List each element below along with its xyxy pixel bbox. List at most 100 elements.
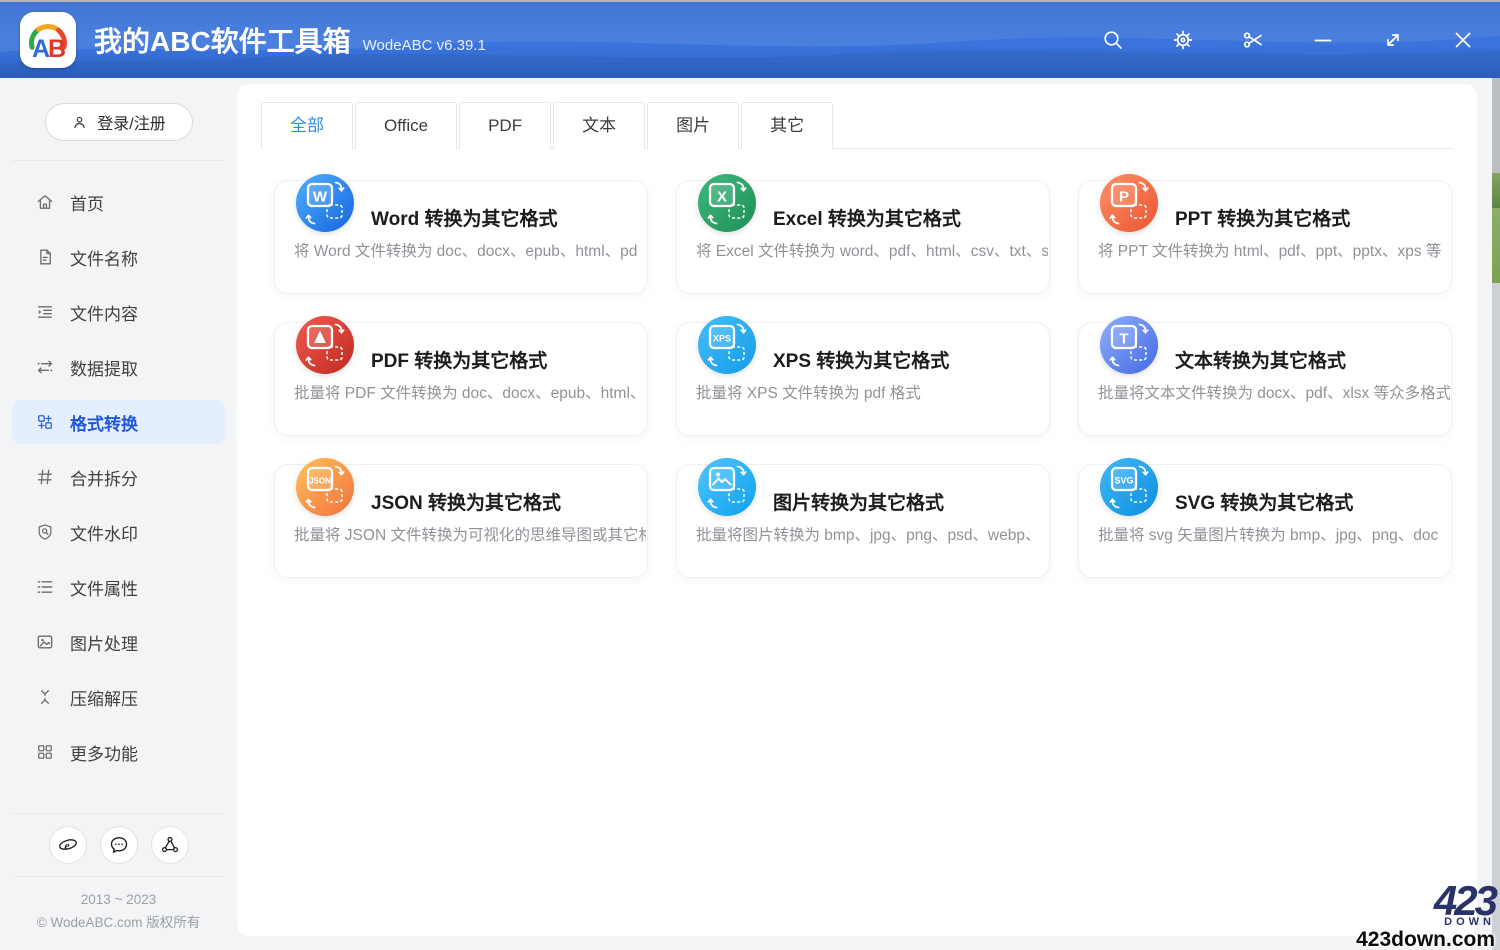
app-version: WodeABC v6.39.1 [362,36,486,54]
word-convert-card[interactable]: W Word 转换为其它格式将 Word 文件转换为 doc、docx、epub… [274,174,648,294]
svg-text:X: X [717,189,727,206]
sidebar-item-merge-split[interactable]: 合并拆分 [12,455,225,499]
excel-convert-card[interactable]: X Excel 转换为其它格式将 Excel 文件转换为 word、pdf、ht… [676,174,1050,294]
settings-gear-icon[interactable] [1171,28,1195,52]
sidebar-bottom: e 2013 ~ 2023 © WodeABC.com 版权所有 [0,812,237,950]
sidebar-item-more[interactable]: 更多功能 [12,730,225,774]
tab-other[interactable]: 其它 [741,102,834,149]
tool-cards-grid: W Word 转换为其它格式将 Word 文件转换为 doc、docx、epub… [237,149,1477,578]
svg-text:XPS: XPS [713,334,731,344]
card-title: Excel 转换为其它格式 [773,209,961,230]
browser-button[interactable]: e [48,825,87,864]
data-extract-icon [35,357,55,377]
sidebar-item-label: 更多功能 [70,744,138,764]
search-icon[interactable] [1101,28,1125,52]
sidebar-item-label: 压缩解压 [70,689,138,709]
format-convert-icon [35,412,55,432]
minimize-icon[interactable] [1311,28,1335,52]
titlebar: A B 我的ABC软件工具箱 WodeABC v6.39.1 [0,2,1500,78]
svg-text:SVG: SVG [1114,476,1133,486]
sidebar-menu: 首页文件名称文件内容数据提取格式转换合并拆分文件水印文件属性图片处理压缩解压更多… [0,161,237,774]
card-description: 批量将 PDF 文件转换为 doc、docx、epub、html、 [294,385,646,402]
file-props-icon [35,577,55,597]
home-icon [35,192,55,212]
sidebar-item-label: 图片处理 [70,634,138,654]
word-badge-icon: W [296,174,354,232]
ppt-convert-card[interactable]: P PPT 转换为其它格式将 PPT 文件转换为 html、pdf、ppt、pp… [1078,174,1452,294]
tab-office[interactable]: Office [355,102,458,149]
sidebar-item-home[interactable]: 首页 [12,180,225,224]
tab-pdf[interactable]: PDF [459,102,552,149]
titlebar-buttons [1101,28,1500,52]
sidebar-item-compress[interactable]: 压缩解压 [12,675,225,719]
file-content-icon [35,302,55,322]
json-badge-icon: JSON [296,458,354,516]
watermark-down: DOWN [1444,916,1495,928]
svg-convert-card[interactable]: SVG SVG 转换为其它格式批量将 svg 矢量图片转换为 bmp、jpg、p… [1078,458,1452,578]
pdf-convert-card[interactable]: PDF 转换为其它格式批量将 PDF 文件转换为 doc、docx、epub、h… [274,316,648,436]
image-convert-card[interactable]: 图片转换为其它格式批量将图片转换为 bmp、jpg、png、psd、webp、 [676,458,1050,578]
sidebar: 登录/注册 首页文件名称文件内容数据提取格式转换合并拆分文件水印文件属性图片处理… [0,78,237,950]
text-convert-card[interactable]: T 文本转换为其它格式 批量将文本文件转换为 docx、pdf、xlsx 等众多格… [1078,316,1452,436]
svg-badge-icon: SVG [1100,458,1158,516]
sidebar-item-file-name[interactable]: 文件名称 [12,235,225,279]
sidebar-item-label: 首页 [70,194,104,214]
sidebar-item-label: 文件水印 [70,524,138,544]
share-button[interactable] [150,825,189,864]
copyright-owner: © WodeABC.com 版权所有 [36,915,201,931]
app-body: 登录/注册 首页文件名称文件内容数据提取格式转换合并拆分文件水印文件属性图片处理… [0,78,1500,950]
close-icon[interactable] [1451,28,1475,52]
app-logo: A B [20,12,76,68]
card-title: SVG 转换为其它格式 [1175,493,1354,514]
sidebar-item-label: 文件名称 [70,249,138,269]
ppt-badge-icon: P [1100,174,1158,232]
card-description: 将 PPT 文件转换为 html、pdf、ppt、pptx、xps 等 [1098,243,1442,260]
svg-text:B: B [48,35,66,63]
card-title: 图片转换为其它格式 [773,493,945,514]
image-process-icon [35,632,55,652]
json-convert-card[interactable]: JSON JSON 转换为其它格式 批量将 JSON 文件转换为可视化的思维导图或… [274,458,648,578]
card-description: 批量将 svg 矢量图片转换为 bmp、jpg、png、doc [1098,527,1439,544]
chat-button[interactable] [99,825,138,864]
scissors-icon[interactable] [1241,28,1265,52]
card-description: 批量将图片转换为 bmp、jpg、png、psd、webp、 [696,527,1041,544]
card-title: PDF 转换为其它格式 [371,351,548,372]
tab-all[interactable]: 全部 [261,102,353,149]
desktop-edge-sliver [1492,78,1500,950]
xps-convert-card[interactable]: XPS XPS 转换为其它格式 批量将 XPS 文件转换为 pdf 格式 [676,316,1050,436]
svg-text:T: T [1119,331,1128,348]
sidebar-item-format-convert[interactable]: 格式转换 [12,400,225,444]
card-title: 文本转换为其它格式 [1175,351,1347,372]
svg-text:e: e [64,838,70,852]
share-icon [159,834,181,856]
sidebar-item-file-props[interactable]: 文件属性 [12,565,225,609]
app-title: 我的ABC软件工具箱 [94,26,351,57]
tab-text[interactable]: 文本 [553,102,646,149]
sidebar-item-label: 文件属性 [70,579,138,599]
card-title: Word 转换为其它格式 [371,209,558,230]
card-description: 将 Word 文件转换为 doc、docx、epub、html、pd [294,243,638,260]
main-panel: 全部 Office PDF 文本 图片 其它 W Word 转换为其它格式将 Word 文… [237,84,1477,936]
sidebar-item-label: 文件内容 [70,304,138,324]
copyright-years: 2013 ~ 2023 [80,891,157,907]
sidebar-item-image-process[interactable]: 图片处理 [12,620,225,664]
text-badge-icon: T [1100,316,1158,374]
image-badge-icon [698,458,756,516]
watermark-url: 423down.com [1356,928,1495,950]
card-title: JSON 转换为其它格式 [371,493,562,514]
chat-icon [108,834,130,856]
sidebar-item-watermark[interactable]: 文件水印 [12,510,225,554]
login-register-label: 登录/注册 [97,116,166,133]
sidebar-item-file-content[interactable]: 文件内容 [12,290,225,334]
sidebar-item-label: 数据提取 [70,359,138,379]
category-tabs: 全部 Office PDF 文本 图片 其它 [261,102,1453,149]
pdf-badge-icon [296,316,354,374]
login-register-button[interactable]: 登录/注册 [44,103,193,141]
card-title: PPT 转换为其它格式 [1175,209,1351,230]
merge-split-icon [35,467,55,487]
watermark-423down: 423 DOWN 423down.com [1356,880,1498,950]
sidebar-item-data-extract[interactable]: 数据提取 [12,345,225,389]
browser-icon: e [57,834,79,856]
resize-maximize-icon[interactable] [1381,28,1405,52]
tab-image[interactable]: 图片 [647,102,740,149]
